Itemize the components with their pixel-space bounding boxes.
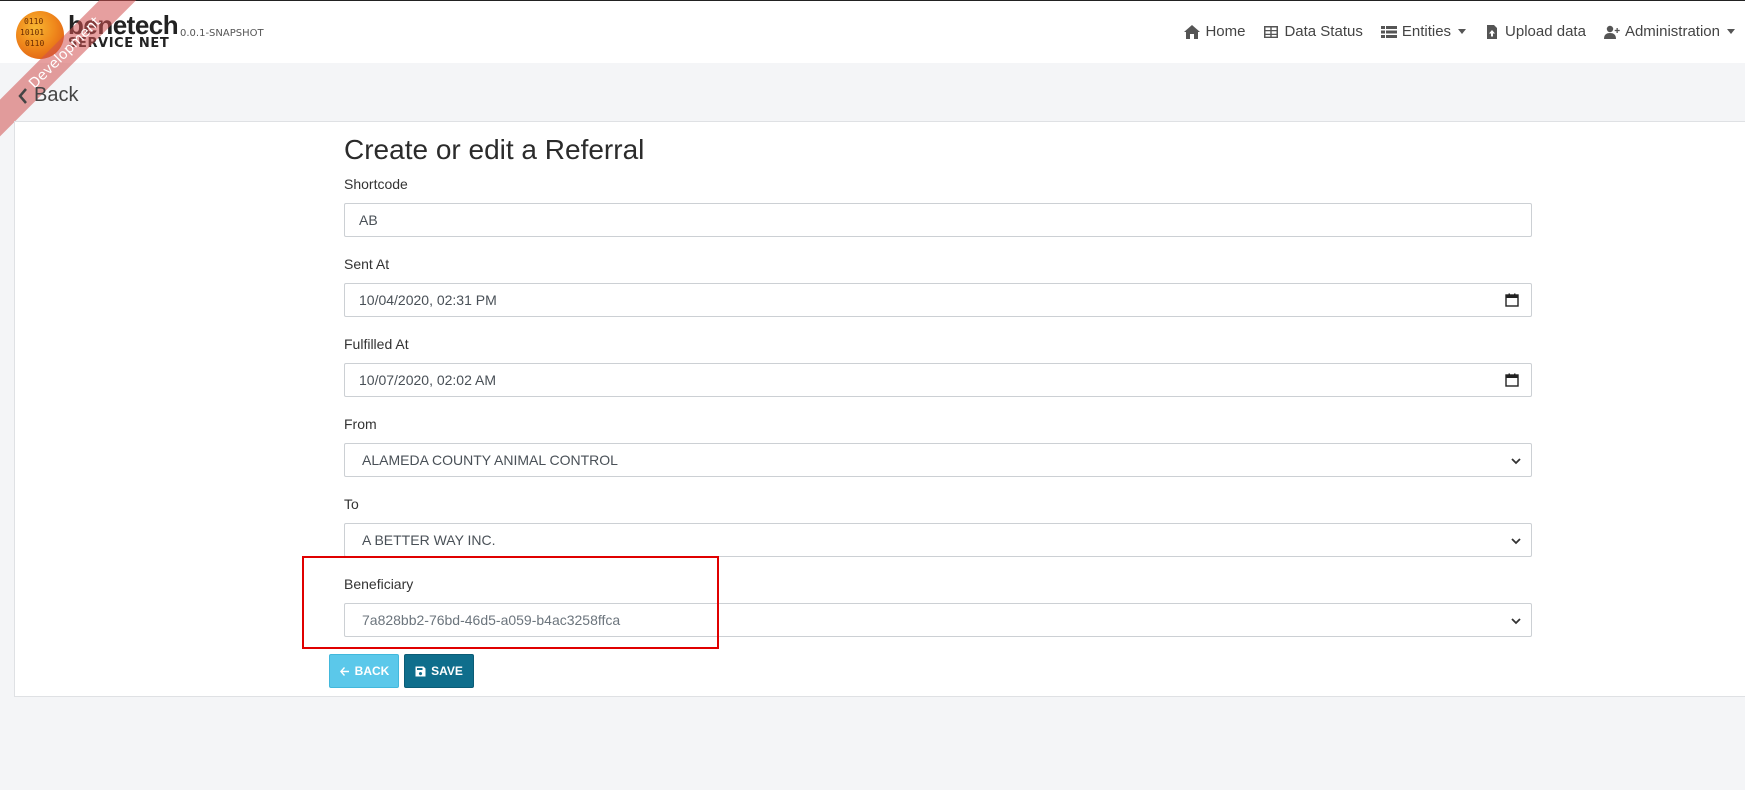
beneficiary-select[interactable]: 7a828bb2-76bd-46d5-a059-b4ac3258ffca: [344, 603, 1532, 637]
top-nav: Home Data Status Entities Upload data Ad…: [1184, 23, 1735, 40]
referral-form-card: Create or edit a Referral Shortcode AB S…: [14, 121, 1745, 697]
shortcode-input[interactable]: AB: [344, 203, 1532, 237]
brand-subtitle: SERVICE NET: [68, 36, 170, 51]
sent-at-value: 10/04/2020, 02:31 PM: [359, 292, 497, 308]
from-select[interactable]: ALAMEDA COUNTY ANIMAL CONTROL: [344, 443, 1532, 477]
list-icon: [1380, 25, 1397, 38]
sent-at-input[interactable]: 10/04/2020, 02:31 PM: [344, 283, 1532, 317]
chevron-down-icon: [1511, 458, 1521, 465]
sent-at-label: Sent At: [344, 256, 390, 272]
app-header: 0110 10101 0110 benetech SERVICE NET 0.0…: [0, 0, 1745, 63]
benetech-logo[interactable]: 0110 10101 0110: [16, 11, 64, 59]
save-icon: [415, 666, 426, 676]
nav-home-label: Home: [1205, 23, 1246, 40]
nav-data-status[interactable]: Data Status: [1263, 23, 1363, 40]
caret-down-icon: [1727, 29, 1735, 34]
from-label: From: [344, 416, 377, 432]
to-value: A BETTER WAY INC.: [362, 532, 496, 548]
beneficiary-value: 7a828bb2-76bd-46d5-a059-b4ac3258ffca: [362, 612, 621, 628]
back-button[interactable]: Back: [329, 654, 399, 688]
arrow-left-icon: [339, 666, 349, 676]
to-select[interactable]: A BETTER WAY INC.: [344, 523, 1532, 557]
nav-administration-label: Administration: [1624, 23, 1720, 40]
shortcode-label: Shortcode: [344, 176, 408, 192]
table-icon: [1264, 25, 1279, 38]
fulfilled-at-input[interactable]: 10/07/2020, 02:02 AM: [344, 363, 1532, 397]
caret-down-icon: [1458, 29, 1467, 34]
nav-entities[interactable]: Entities: [1380, 23, 1467, 40]
back-link[interactable]: Back: [18, 84, 78, 107]
calendar-icon[interactable]: [1505, 293, 1519, 307]
nav-upload-data-label: Upload data: [1505, 23, 1586, 40]
calendar-icon[interactable]: [1505, 373, 1519, 387]
nav-administration[interactable]: Administration: [1603, 23, 1735, 40]
back-link-label: Back: [34, 84, 79, 106]
chevron-down-icon: [1511, 618, 1521, 625]
fulfilled-at-value: 10/07/2020, 02:02 AM: [359, 372, 496, 388]
nav-home[interactable]: Home: [1184, 23, 1245, 40]
app-version: 0.0.1-SNAPSHOT: [180, 28, 264, 39]
fulfilled-at-label: Fulfilled At: [344, 336, 409, 352]
page-title: Create or edit a Referral: [344, 134, 645, 165]
back-button-label: Back: [354, 664, 390, 678]
home-icon: [1184, 24, 1201, 39]
shortcode-value: AB: [359, 212, 378, 228]
save-button[interactable]: Save: [404, 654, 474, 688]
to-label: To: [344, 496, 359, 512]
file-upload-icon: [1487, 24, 1498, 39]
from-value: ALAMEDA COUNTY ANIMAL CONTROL: [362, 452, 618, 468]
chevron-left-icon: [18, 87, 27, 104]
user-plus-icon: [1603, 25, 1620, 39]
beneficiary-label: Beneficiary: [344, 576, 414, 592]
chevron-down-icon: [1511, 538, 1521, 545]
nav-upload-data[interactable]: Upload data: [1484, 23, 1586, 40]
nav-entities-label: Entities: [1401, 23, 1452, 40]
save-button-label: Save: [431, 664, 463, 678]
nav-data-status-label: Data Status: [1284, 23, 1363, 40]
